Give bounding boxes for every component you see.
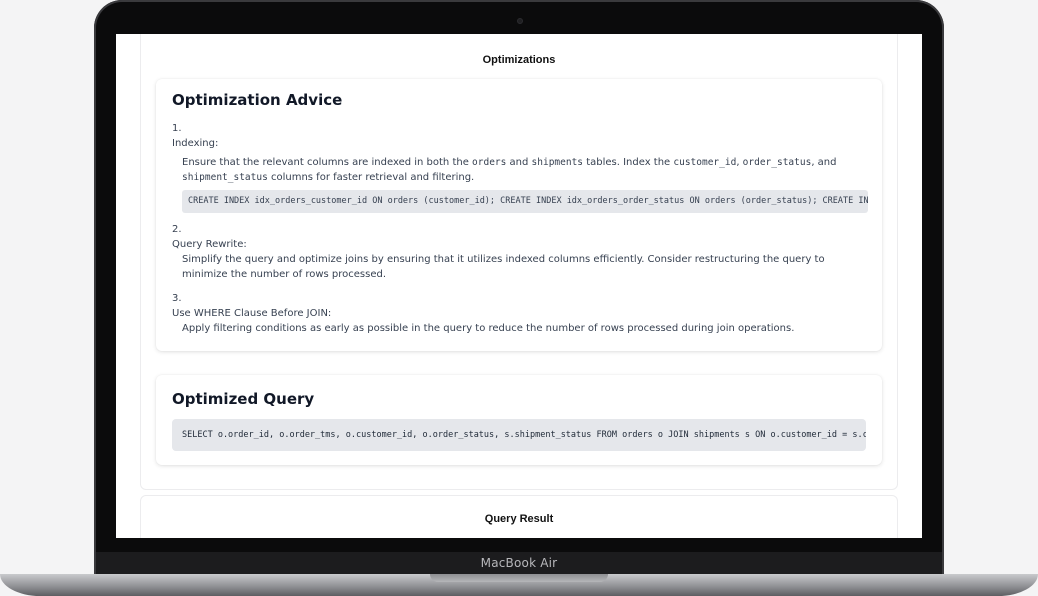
inline-code: orders [472, 157, 507, 168]
inline-code: shipment_status [182, 172, 268, 183]
laptop-hinge-notch [430, 574, 608, 582]
desc-text: tables. Index the [583, 157, 674, 168]
index-code-block[interactable]: CREATE INDEX idx_orders_customer_id ON o… [182, 190, 868, 213]
device-brand-label: MacBook Air [480, 556, 558, 570]
desc-text: Ensure that the relevant columns are ind… [182, 157, 473, 168]
optimized-query-code[interactable]: SELECT o.order_id, o.order_tms, o.custom… [172, 419, 866, 451]
advice-description: Simplify the query and optimize joins by… [182, 254, 825, 280]
advice-title: Query Rewrite: [172, 239, 247, 250]
optimization-advice-heading: Optimization Advice [172, 91, 343, 109]
advice-list: 1. Indexing: Ensure that the relevant co… [172, 121, 868, 345]
advice-title: Indexing: [172, 138, 219, 149]
desc-text: and [506, 157, 532, 168]
advice-title: Use WHERE Clause Before JOIN: [172, 308, 332, 319]
advice-description: Apply filtering conditions as early as p… [182, 323, 795, 334]
optimized-query-card: Optimized Query SELECT o.order_id, o.ord… [156, 375, 882, 465]
advice-number: 2. [172, 224, 182, 235]
advice-number: 1. [172, 123, 182, 134]
inline-code: customer_id [673, 157, 737, 168]
inline-code: order_status [742, 157, 812, 168]
camera-icon [517, 18, 523, 24]
query-result-title: Query Result [484, 513, 554, 525]
optimization-advice-card: Optimization Advice 1. Indexing: Ensure … [156, 79, 882, 351]
desc-text: , and [811, 157, 837, 168]
query-result-panel: Query Result [140, 495, 898, 538]
optimizations-panel: Optimizations Optimization Advice 1. Ind… [140, 34, 898, 490]
desc-text: columns for faster retrieval and filteri… [267, 172, 475, 183]
advice-item: 3. Use WHERE Clause Before JOIN: Apply f… [172, 291, 868, 336]
advice-item: 2. Query Rewrite: Simplify the query and… [172, 222, 868, 282]
advice-description: Ensure that the relevant columns are ind… [172, 155, 868, 185]
advice-number: 3. [172, 293, 182, 304]
optimizations-title: Optimizations [482, 54, 556, 66]
optimized-query-heading: Optimized Query [172, 390, 315, 408]
advice-item: 1. Indexing: Ensure that the relevant co… [172, 121, 868, 213]
screen: Optimizations Optimization Advice 1. Ind… [116, 34, 922, 538]
inline-code: shipments [531, 157, 584, 168]
